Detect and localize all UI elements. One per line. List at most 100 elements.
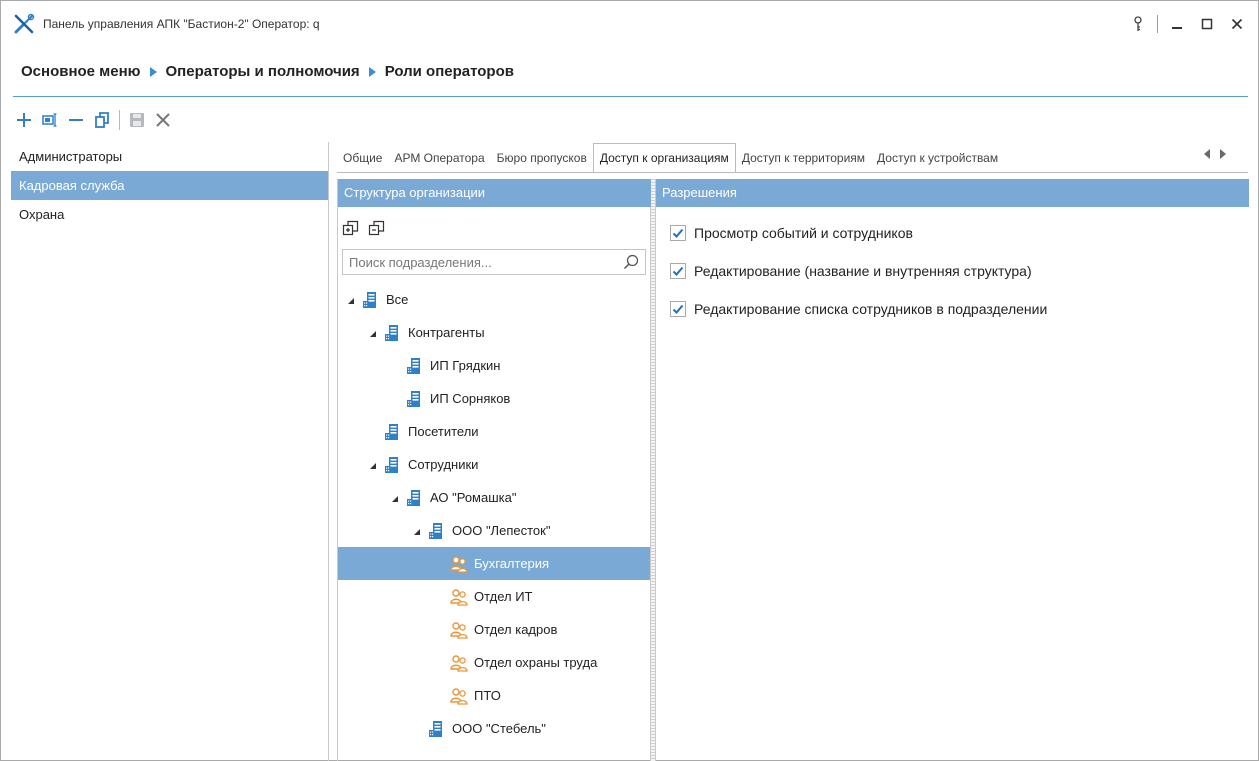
department-icon — [450, 687, 468, 705]
expanded-triangle-icon[interactable] — [370, 463, 376, 469]
role-item[interactable]: Администраторы — [11, 142, 328, 171]
expanded-triangle-icon[interactable] — [392, 496, 398, 502]
tree-node-label: Отдел кадров — [474, 622, 558, 637]
permissions-header: Разрешения — [656, 179, 1249, 207]
add-icon — [17, 113, 31, 127]
org-structure-header: Структура организации — [338, 179, 651, 207]
tree-node[interactable]: Все — [338, 283, 650, 316]
toolbar-divider — [119, 110, 120, 130]
tree-node[interactable]: Отдел ИТ — [338, 580, 650, 613]
remove-icon — [69, 119, 83, 121]
tree-node-label: ИП Грядкин — [430, 358, 501, 373]
building-icon — [428, 522, 446, 540]
breadcrumb-main-menu[interactable]: Основное меню — [21, 63, 141, 80]
copy-button[interactable] — [91, 109, 113, 131]
tree-node[interactable]: ООО "Стебель" — [338, 712, 650, 745]
maximize-icon[interactable] — [1192, 11, 1222, 37]
tree-node[interactable]: Контрагенты — [338, 316, 650, 349]
building-icon — [406, 357, 424, 375]
permission-checkbox[interactable] — [670, 300, 686, 317]
department-icon — [450, 621, 468, 639]
permission-item[interactable]: Редактирование (название и внутренняя ст… — [670, 261, 1047, 280]
permission-checkbox[interactable] — [670, 224, 686, 241]
remove-button[interactable] — [65, 109, 87, 131]
org-tree-tools — [342, 219, 386, 237]
controls-divider — [1157, 15, 1158, 33]
building-icon — [406, 390, 424, 408]
permission-label: Просмотр событий и сотрудников — [694, 224, 913, 241]
tree-node-label: ПТО — [474, 688, 501, 703]
permission-item[interactable]: Просмотр событий и сотрудников — [670, 223, 1047, 242]
tab-scroll-right-icon[interactable] — [1220, 149, 1226, 159]
tree-node[interactable]: Бухгалтерия — [338, 547, 650, 580]
tree-node-label: Отдел охраны труда — [474, 655, 598, 670]
save-button[interactable] — [126, 109, 148, 131]
tree-node-label: Посетители — [408, 424, 479, 439]
tab-general[interactable]: Общие — [337, 144, 388, 172]
tree-node-label: АО "Ромашка" — [430, 490, 517, 505]
department-icon — [450, 588, 468, 606]
breadcrumb-roles: Роли операторов — [384, 63, 514, 80]
permission-label: Редактирование списка сотрудников в подр… — [694, 300, 1048, 317]
permission-checkbox[interactable] — [670, 262, 686, 279]
add-button[interactable] — [13, 109, 35, 131]
main-window: Панель управления АПК "Бастион-2" Операт… — [0, 0, 1259, 761]
permission-item[interactable]: Редактирование списка сотрудников в подр… — [670, 299, 1047, 318]
chevron-right-icon — [368, 66, 376, 77]
tab-pass-office[interactable]: Бюро пропусков — [491, 144, 593, 172]
tree-node[interactable]: ИП Сорняков — [338, 382, 650, 415]
minimize-icon[interactable] — [1162, 11, 1192, 37]
tab-org-access[interactable]: Доступ к организациям — [592, 143, 736, 172]
expanded-triangle-icon[interactable] — [370, 331, 376, 337]
breadcrumb-operators[interactable]: Операторы и полномочия — [166, 63, 360, 80]
tree-node[interactable]: Отдел кадров — [338, 613, 650, 646]
tree-node[interactable]: Отдел охраны труда — [338, 646, 650, 679]
permissions-list: Просмотр событий и сотрудников Редактиров… — [670, 223, 1047, 337]
tree-node[interactable]: ООО "Лепесток" — [338, 514, 650, 547]
checkmark-icon — [672, 304, 684, 314]
expanded-triangle-icon[interactable] — [348, 298, 354, 304]
tree-node[interactable]: Посетители — [338, 415, 650, 448]
toolbar — [13, 107, 178, 133]
building-icon — [428, 720, 446, 738]
department-search-input[interactable] — [343, 250, 613, 274]
tab-territory-access[interactable]: Доступ к территориям — [736, 144, 871, 172]
building-icon — [384, 423, 402, 441]
tree-node-label: Бухгалтерия — [474, 556, 550, 571]
tree-node[interactable]: ИП Грядкин — [338, 349, 650, 382]
save-icon — [130, 113, 144, 127]
window-controls — [1123, 11, 1252, 37]
tab-scroll-left-icon[interactable] — [1204, 149, 1210, 159]
building-icon — [406, 489, 424, 507]
tab-bar: Общие АРМ Оператора Бюро пропусков Досту… — [337, 143, 1004, 172]
breadcrumb: Основное меню Операторы и полномочия Рол… — [21, 63, 514, 80]
tree-node-label: Контрагенты — [408, 325, 485, 340]
breadcrumb-divider — [13, 96, 1248, 97]
title-bar: Панель управления АПК "Бастион-2" Операт… — [1, 1, 1258, 47]
close-icon[interactable] — [1222, 11, 1252, 37]
tab-operator-workstation[interactable]: АРМ Оператора — [388, 144, 490, 172]
rename-button[interactable] — [39, 109, 61, 131]
tab-scroll — [1204, 149, 1226, 159]
role-item[interactable]: Кадровая служба — [11, 171, 328, 200]
permissions-panel: Разрешения Просмотр событий и сотруднико… — [655, 179, 1249, 761]
department-icon — [450, 654, 468, 672]
cancel-button[interactable] — [152, 109, 174, 131]
tree-node[interactable]: АО "Ромашка" — [338, 481, 650, 514]
role-list: Администраторы Кадровая служба Охрана — [11, 142, 329, 761]
tree-node-label: Сотрудники — [408, 457, 479, 472]
tree-node[interactable]: Сотрудники — [338, 448, 650, 481]
tree-node-label: Все — [386, 292, 409, 307]
tree-node-label: Отдел ИТ — [474, 589, 533, 604]
tree-node-label: ООО "Стебель" — [452, 721, 546, 736]
expanded-triangle-icon[interactable] — [414, 529, 420, 535]
department-icon — [450, 555, 468, 573]
collapse-all-icon[interactable] — [368, 219, 386, 237]
tab-device-access[interactable]: Доступ к устройствам — [871, 144, 1004, 172]
search-icon[interactable] — [623, 254, 639, 270]
role-item[interactable]: Охрана — [11, 200, 328, 229]
key-icon[interactable] — [1123, 11, 1153, 37]
tree-node[interactable]: ПТО — [338, 679, 650, 712]
permission-label: Редактирование (название и внутренняя ст… — [694, 262, 1032, 279]
expand-all-icon[interactable] — [342, 219, 360, 237]
